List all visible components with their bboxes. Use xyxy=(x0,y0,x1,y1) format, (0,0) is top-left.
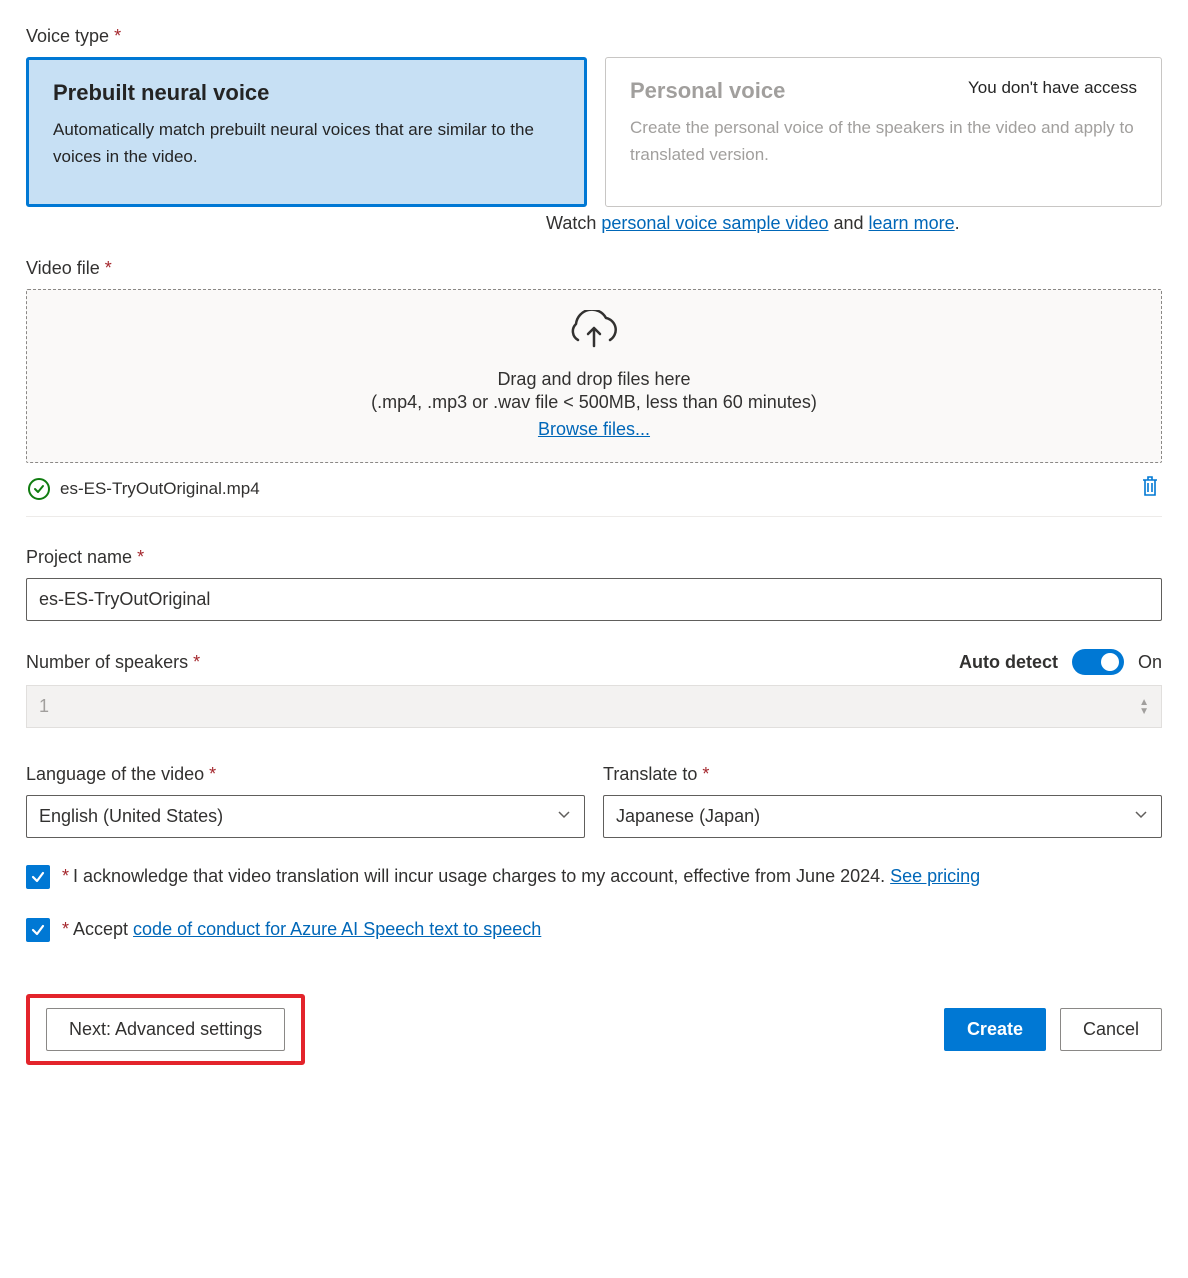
language-label: Language of the video * xyxy=(26,764,585,785)
card-personal-title: Personal voice xyxy=(630,78,785,104)
card-prebuilt-desc: Automatically match prebuilt neural voic… xyxy=(53,116,560,170)
chevron-down-icon xyxy=(556,806,572,827)
speakers-label: Number of speakers * xyxy=(26,652,200,673)
voice-type-cards: Prebuilt neural voice Automatically matc… xyxy=(26,57,1162,207)
auto-detect-label: Auto detect xyxy=(959,652,1058,673)
ack-conduct-checkbox[interactable] xyxy=(26,918,50,942)
next-advanced-button[interactable]: Next: Advanced settings xyxy=(46,1008,285,1051)
uploaded-file-name: es-ES-TryOutOriginal.mp4 xyxy=(60,479,260,499)
speakers-value: 1 xyxy=(39,696,49,717)
auto-detect-toggle[interactable] xyxy=(1072,649,1124,675)
personal-voice-helper: Watch personal voice sample video and le… xyxy=(546,213,1162,234)
chevron-down-icon xyxy=(1133,806,1149,827)
translate-to-value: Japanese (Japan) xyxy=(616,806,760,827)
sample-video-link[interactable]: personal voice sample video xyxy=(601,213,828,233)
drop-text-2: (.mp4, .mp3 or .wav file < 500MB, less t… xyxy=(37,392,1151,413)
voice-type-label: Voice type * xyxy=(26,26,1162,47)
card-personal-voice[interactable]: Personal voice You don't have access Cre… xyxy=(605,57,1162,207)
video-dropzone[interactable]: Drag and drop files here (.mp4, .mp3 or … xyxy=(26,289,1162,463)
speakers-input[interactable]: 1 ▲▼ xyxy=(26,685,1162,728)
project-name-label: Project name * xyxy=(26,547,1162,568)
cloud-upload-icon xyxy=(37,310,1151,357)
ack-conduct-text: *Accept code of conduct for Azure AI Spe… xyxy=(62,915,541,944)
uploaded-file-row: es-ES-TryOutOriginal.mp4 xyxy=(26,463,1162,517)
translate-to-label: Translate to * xyxy=(603,764,1162,785)
next-button-highlight: Next: Advanced settings xyxy=(26,994,305,1065)
translate-to-select[interactable]: Japanese (Japan) xyxy=(603,795,1162,838)
card-personal-desc: Create the personal voice of the speaker… xyxy=(630,114,1137,168)
delete-file-icon[interactable] xyxy=(1140,475,1160,502)
cancel-button[interactable]: Cancel xyxy=(1060,1008,1162,1051)
language-value: English (United States) xyxy=(39,806,223,827)
card-prebuilt-title: Prebuilt neural voice xyxy=(53,80,560,106)
success-check-icon xyxy=(28,478,50,500)
drop-text-1: Drag and drop files here xyxy=(37,369,1151,390)
ack-pricing-text: *I acknowledge that video translation wi… xyxy=(62,862,980,891)
card-personal-badge: You don't have access xyxy=(968,78,1137,98)
language-select[interactable]: English (United States) xyxy=(26,795,585,838)
create-button[interactable]: Create xyxy=(944,1008,1046,1051)
project-name-input[interactable] xyxy=(26,578,1162,621)
learn-more-link[interactable]: learn more xyxy=(869,213,955,233)
see-pricing-link[interactable]: See pricing xyxy=(890,866,980,886)
ack-pricing-checkbox[interactable] xyxy=(26,865,50,889)
speakers-spinner-icon[interactable]: ▲▼ xyxy=(1139,698,1149,716)
card-prebuilt-neural[interactable]: Prebuilt neural voice Automatically matc… xyxy=(26,57,587,207)
code-of-conduct-link[interactable]: code of conduct for Azure AI Speech text… xyxy=(133,919,541,939)
browse-files-link[interactable]: Browse files... xyxy=(538,419,650,439)
video-file-label: Video file * xyxy=(26,258,1162,279)
toggle-state-text: On xyxy=(1138,652,1162,673)
